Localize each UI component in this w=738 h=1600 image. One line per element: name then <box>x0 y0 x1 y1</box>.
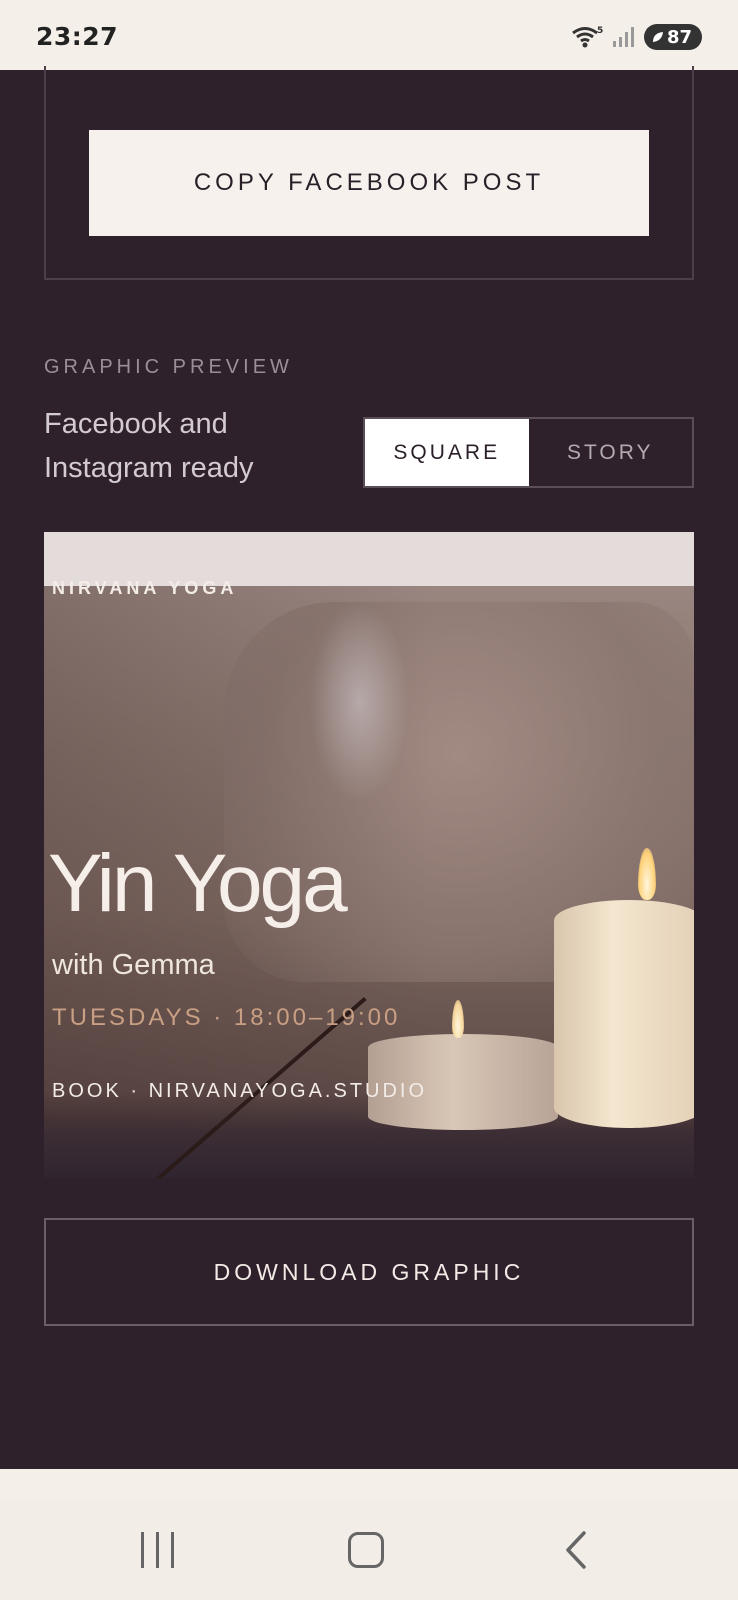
format-toggle: SQUARE STORY <box>363 417 694 488</box>
graphic-preview-subtitle: Facebook and Instagram ready <box>44 402 344 490</box>
graphic-class-title: Yin Yoga <box>48 838 348 929</box>
download-graphic-button[interactable]: DOWNLOAD GRAPHIC <box>44 1218 694 1326</box>
graphic-preview-label: GRAPHIC PREVIEW <box>44 356 293 378</box>
leaf-icon <box>652 32 663 42</box>
format-story-option[interactable]: STORY <box>529 419 693 486</box>
battery-icon: 87 <box>643 24 702 50</box>
status-bar: 23:27 5 87 <box>0 0 738 70</box>
graphic-schedule: TUESDAYS · 18:00–19:00 <box>52 1004 401 1031</box>
format-square-option[interactable]: SQUARE <box>365 419 529 486</box>
status-time: 23:27 <box>36 22 119 51</box>
recent-apps-icon[interactable] <box>141 1532 177 1568</box>
back-icon[interactable] <box>558 1530 598 1570</box>
wifi-icon: 5 <box>572 26 603 48</box>
status-icons: 5 87 <box>570 22 702 52</box>
battery-level: 87 <box>666 26 692 48</box>
signal-icon <box>612 27 634 47</box>
home-icon[interactable] <box>348 1532 384 1568</box>
graphic-instructor: with Gemma <box>52 949 215 981</box>
graphic-booking: BOOK · NIRVANAYOGA.STUDIO <box>52 1080 428 1102</box>
copy-facebook-post-button[interactable]: COPY FACEBOOK POST <box>89 130 649 236</box>
subtitle-line-2: Instagram ready <box>44 452 254 484</box>
subtitle-line-1: Facebook and <box>44 408 228 440</box>
page-bottom-strip <box>0 1469 738 1499</box>
graphic-brand: NIRVANA YOGA <box>52 578 238 598</box>
network-label: 5 <box>597 26 603 36</box>
